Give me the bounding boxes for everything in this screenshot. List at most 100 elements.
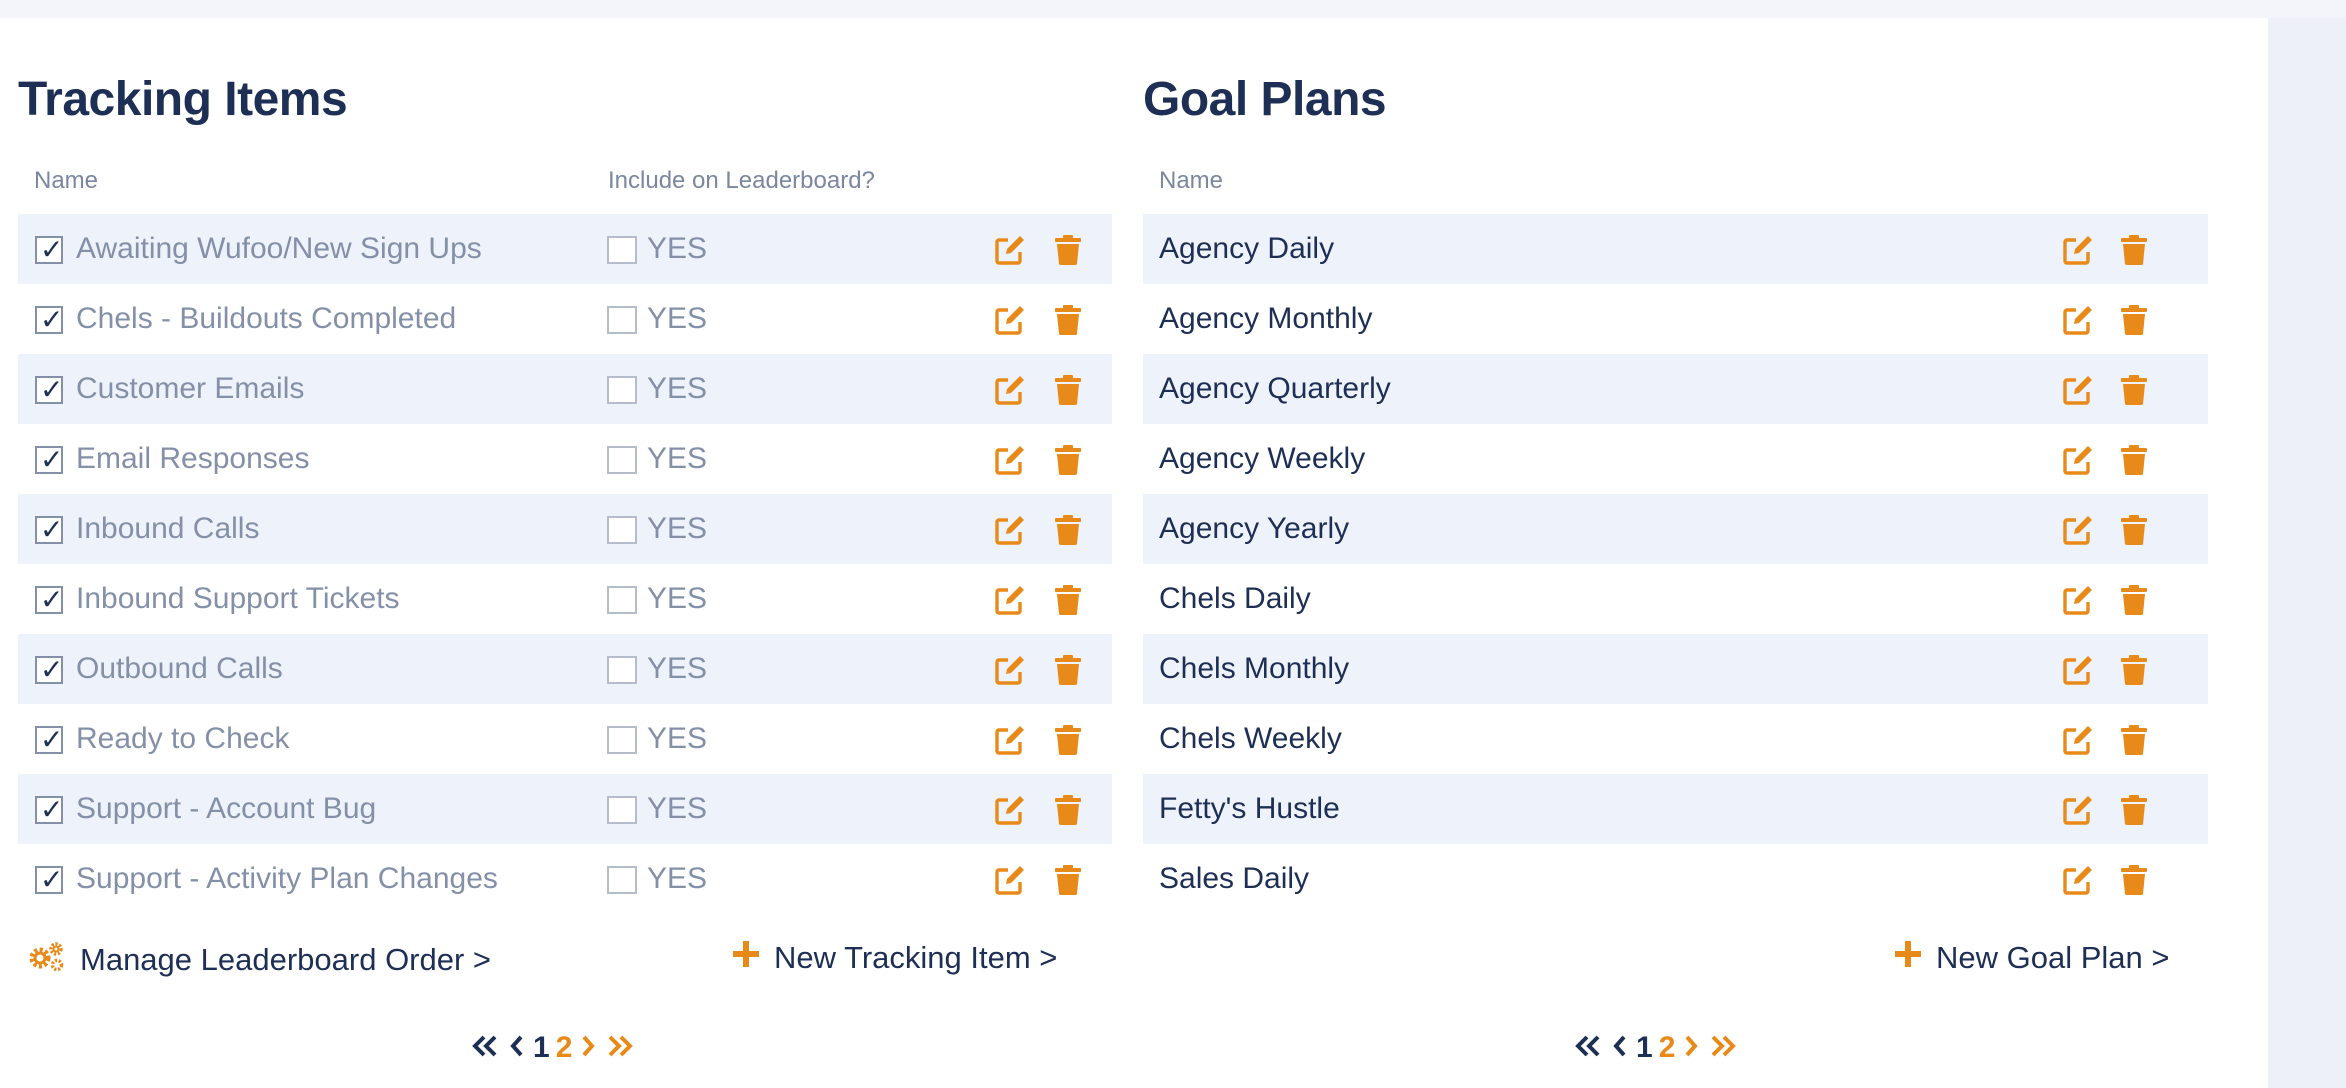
active-checkbox[interactable] [35,793,63,826]
edit-icon[interactable] [2062,304,2094,336]
leaderboard-checkbox[interactable] [607,236,637,264]
trash-icon[interactable] [1052,794,1084,826]
edit-icon[interactable] [994,444,1026,476]
edit-icon[interactable] [994,584,1026,616]
edit-icon[interactable] [994,374,1026,406]
tracking-items-title: Tracking Items [18,73,348,126]
active-checkbox[interactable] [35,513,63,546]
gears-icon [28,940,66,980]
edit-icon[interactable] [2062,234,2094,266]
edit-icon[interactable] [994,864,1026,896]
last-page-icon[interactable] [607,1035,634,1062]
edit-icon[interactable] [2062,654,2094,686]
active-checkbox[interactable] [35,723,63,756]
trash-icon[interactable] [2118,514,2150,546]
tracking-item-name: Support - Activity Plan Changes [76,862,498,895]
edit-icon[interactable] [994,234,1026,266]
active-checkbox[interactable] [35,443,63,476]
tracking-item-name: Chels - Buildouts Completed [76,302,457,335]
leaderboard-yes-label: YES [647,582,708,615]
table-row: Customer Emails YES [18,354,1112,424]
trash-icon[interactable] [2118,304,2150,336]
goal-plans-list: Agency Daily Agency Monthly Agency Quarter… [1143,214,2208,914]
active-checkbox[interactable] [35,373,63,406]
new-tracking-item-link[interactable]: New Tracking Item > [732,940,1057,976]
tracking-items-list: Awaiting Wufoo/New Sign UpsYESChels - Bu… [18,214,1112,914]
edit-icon[interactable] [994,514,1026,546]
table-row: Agency Daily [1143,214,2208,284]
active-checkbox[interactable] [35,583,63,616]
leaderboard-yes-label: YES [647,442,708,475]
last-page-icon[interactable] [1710,1035,1737,1062]
trash-icon[interactable] [2118,654,2150,686]
page-edge [2268,18,2346,1088]
next-page-icon[interactable] [1684,1035,1699,1062]
edit-icon[interactable] [2062,514,2094,546]
page-1-link[interactable]: 1 [533,1031,550,1065]
leaderboard-checkbox[interactable] [607,656,637,684]
leaderboard-checkbox[interactable] [607,796,637,824]
previous-page-icon[interactable] [510,1035,524,1062]
trash-icon[interactable] [2118,724,2150,756]
first-page-icon[interactable] [1575,1035,1601,1062]
content-card: Tracking Items Name Include on Leaderboa… [0,18,2268,1088]
table-row: Sales Daily [1143,844,2208,914]
table-row: Chels Daily [1143,564,2208,634]
trash-icon[interactable] [2118,374,2150,406]
edit-icon[interactable] [2062,724,2094,756]
leaderboard-checkbox[interactable] [607,306,637,334]
edit-icon[interactable] [994,724,1026,756]
trash-icon[interactable] [1052,514,1084,546]
edit-icon[interactable] [994,794,1026,826]
tracking-item-name: Outbound Calls [76,652,283,685]
edit-icon[interactable] [994,654,1026,686]
active-checkbox[interactable] [35,653,63,686]
leaderboard-yes-label: YES [647,652,708,685]
page-1-link[interactable]: 1 [1636,1031,1653,1065]
trash-icon[interactable] [1052,304,1084,336]
trash-icon[interactable] [2118,794,2150,826]
table-row: Inbound Calls YES [18,494,1112,564]
trash-icon[interactable] [1052,374,1084,406]
edit-icon[interactable] [994,304,1026,336]
leaderboard-yes-label: YES [647,372,708,405]
page-2-link[interactable]: 2 [556,1031,573,1065]
leaderboard-checkbox[interactable] [607,726,637,754]
leaderboard-checkbox[interactable] [607,516,637,544]
edit-icon[interactable] [2062,794,2094,826]
trash-icon[interactable] [1052,444,1084,476]
previous-page-icon[interactable] [1613,1035,1627,1062]
edit-icon[interactable] [2062,584,2094,616]
trash-icon[interactable] [1052,864,1084,896]
new-goal-plan-link[interactable]: New Goal Plan > [1894,940,2169,976]
active-checkbox[interactable] [35,863,63,896]
table-row: Email Responses YES [18,424,1112,494]
goal-pagination: 1 2 [1569,1028,1742,1068]
edit-icon[interactable] [2062,864,2094,896]
active-checkbox[interactable] [35,303,63,336]
next-page-icon[interactable] [581,1035,596,1062]
leaderboard-yes-label: YES [647,862,708,895]
page-2-link[interactable]: 2 [1659,1031,1676,1065]
manage-leaderboard-order-link[interactable]: Manage Leaderboard Order > [28,940,491,980]
table-row: Support - Activity Plan Changes YES [18,844,1112,914]
trash-icon[interactable] [1052,654,1084,686]
trash-icon[interactable] [1052,234,1084,266]
leaderboard-checkbox[interactable] [607,446,637,474]
trash-icon[interactable] [2118,234,2150,266]
goal-plan-name: Chels Monthly [1159,652,1350,685]
trash-icon[interactable] [2118,444,2150,476]
leaderboard-checkbox[interactable] [607,376,637,404]
leaderboard-checkbox[interactable] [607,586,637,614]
trash-icon[interactable] [2118,584,2150,616]
first-page-icon[interactable] [472,1035,498,1062]
trash-icon[interactable] [2118,864,2150,896]
edit-icon[interactable] [2062,444,2094,476]
leaderboard-checkbox[interactable] [607,866,637,894]
tracking-item-name: Inbound Support Tickets [76,582,400,615]
trash-icon[interactable] [1052,584,1084,616]
trash-icon[interactable] [1052,724,1084,756]
active-checkbox[interactable] [35,233,63,266]
table-row: Fetty's Hustle [1143,774,2208,844]
edit-icon[interactable] [2062,374,2094,406]
